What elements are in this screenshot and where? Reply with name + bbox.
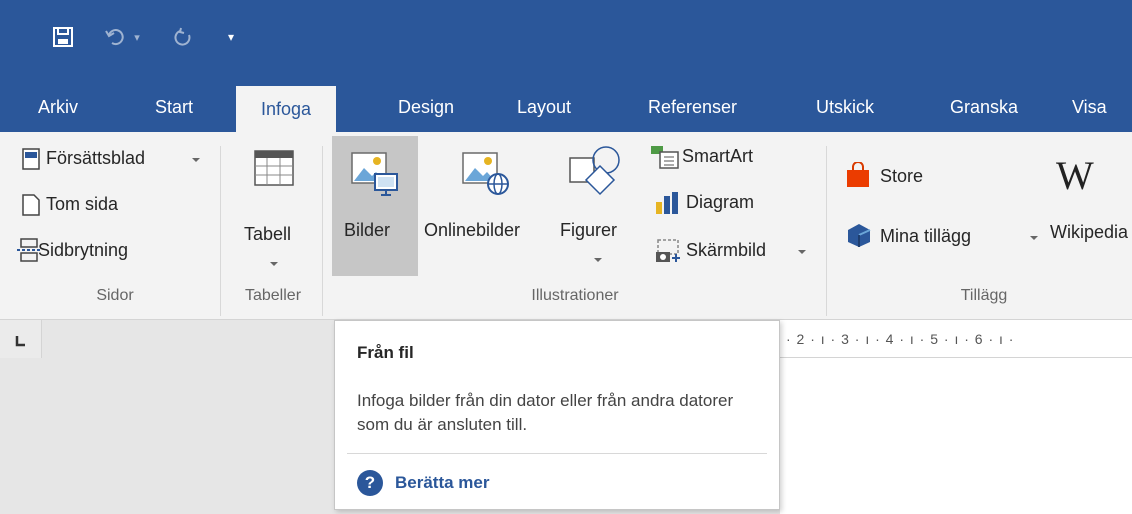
customize-qat-button[interactable]: ▾ bbox=[222, 22, 240, 52]
online-pictures-label: Onlinebilder bbox=[424, 220, 521, 240]
screenshot-button[interactable]: Skärmbild bbox=[686, 240, 766, 261]
my-addins-dropdown[interactable] bbox=[1030, 236, 1038, 240]
redo-button[interactable] bbox=[170, 22, 196, 52]
tab-infoga[interactable]: Infoga bbox=[236, 86, 336, 132]
smartart-button[interactable]: SmartArt bbox=[682, 146, 753, 167]
undo-button[interactable] bbox=[102, 22, 128, 52]
group-separator bbox=[322, 146, 323, 316]
screenshot-icon bbox=[654, 236, 682, 269]
redo-icon bbox=[174, 27, 191, 46]
tooltip-title: Från fil bbox=[357, 343, 414, 362]
shapes-icon bbox=[569, 146, 620, 196]
tell-me-more-label: Berätta mer bbox=[395, 473, 490, 492]
title-bar: ▾ ▾ bbox=[0, 0, 1132, 82]
shapes-label: Figurer bbox=[560, 220, 618, 240]
document-page[interactable] bbox=[780, 358, 1132, 514]
chart-button[interactable]: Diagram bbox=[686, 192, 754, 213]
table-button[interactable]: Tabell bbox=[232, 140, 316, 280]
tab-layout[interactable]: Layout bbox=[517, 82, 571, 132]
smartart-icon bbox=[650, 144, 680, 175]
tab-granska[interactable]: Granska bbox=[950, 82, 1018, 132]
tab-start[interactable]: Start bbox=[155, 82, 193, 132]
pictures-button[interactable]: Bilder bbox=[332, 136, 418, 276]
page-break-button[interactable]: Sidbrytning bbox=[38, 240, 128, 261]
tab-design[interactable]: Design bbox=[398, 82, 454, 132]
my-addins-button[interactable]: Mina tillägg bbox=[880, 226, 971, 247]
tab-utskick[interactable]: Utskick bbox=[816, 82, 874, 132]
blank-page-icon bbox=[22, 194, 40, 221]
tell-me-more-link[interactable]: ? Berätta mer bbox=[357, 469, 490, 497]
tooltip: Från fil Infoga bilder från din dator el… bbox=[334, 320, 780, 510]
tooltip-description: Infoga bilder från din dator eller från … bbox=[357, 391, 734, 434]
save-icon bbox=[53, 27, 73, 47]
tab-selector[interactable] bbox=[0, 320, 42, 358]
left-tab-icon bbox=[15, 336, 25, 347]
tooltip-divider bbox=[347, 453, 767, 454]
table-label: Tabell bbox=[244, 224, 292, 244]
group-label-illustrationer: Illustrationer bbox=[531, 287, 619, 304]
undo-dropdown[interactable]: ▾ bbox=[130, 22, 144, 52]
group-label-tabeller: Tabeller bbox=[244, 287, 302, 304]
store-icon bbox=[846, 161, 870, 193]
tab-arkiv[interactable]: Arkiv bbox=[38, 82, 78, 132]
online-pictures-icon bbox=[462, 152, 509, 195]
screenshot-dropdown[interactable] bbox=[798, 250, 806, 254]
group-label-tillagg: Tillägg bbox=[960, 287, 1008, 304]
save-button[interactable] bbox=[48, 22, 78, 52]
pictures-icon bbox=[351, 152, 398, 196]
cover-page-button[interactable]: Försättsblad bbox=[46, 148, 145, 169]
wikipedia-label: Wikipedia bbox=[1050, 222, 1129, 242]
table-dropdown[interactable] bbox=[270, 262, 278, 266]
cover-page-dropdown[interactable] bbox=[192, 158, 200, 162]
my-addins-icon bbox=[846, 222, 872, 253]
cover-page-icon bbox=[22, 148, 40, 175]
blank-page-button[interactable]: Tom sida bbox=[46, 194, 118, 215]
store-button[interactable]: Store bbox=[880, 166, 923, 187]
horizontal-ruler[interactable]: · 2 · ı · 3 · ı · 4 · ı · 5 · ı · 6 · ı … bbox=[780, 320, 1132, 358]
table-icon bbox=[254, 150, 294, 186]
undo-icon bbox=[105, 29, 124, 46]
tab-visa[interactable]: Visa bbox=[1072, 82, 1107, 132]
group-separator bbox=[826, 146, 827, 316]
online-pictures-button[interactable]: Onlinebilder bbox=[420, 136, 556, 276]
chart-icon bbox=[654, 190, 680, 221]
help-icon: ? bbox=[357, 470, 383, 496]
ribbon-tabs: Arkiv Start Infoga Design Layout Referen… bbox=[0, 82, 1132, 132]
shapes-dropdown[interactable] bbox=[594, 258, 602, 262]
ribbon-panel: Försättsblad Tom sida Sidbrytning Sidor … bbox=[0, 132, 1132, 320]
wikipedia-icon: W bbox=[1056, 153, 1094, 198]
group-separator bbox=[220, 146, 221, 316]
tab-referenser[interactable]: Referenser bbox=[648, 82, 737, 132]
pictures-label: Bilder bbox=[344, 220, 391, 240]
shapes-button[interactable]: Figurer bbox=[558, 136, 634, 276]
group-label-sidor: Sidor bbox=[96, 287, 134, 304]
wikipedia-button[interactable]: W Wikipedia bbox=[1048, 140, 1132, 280]
